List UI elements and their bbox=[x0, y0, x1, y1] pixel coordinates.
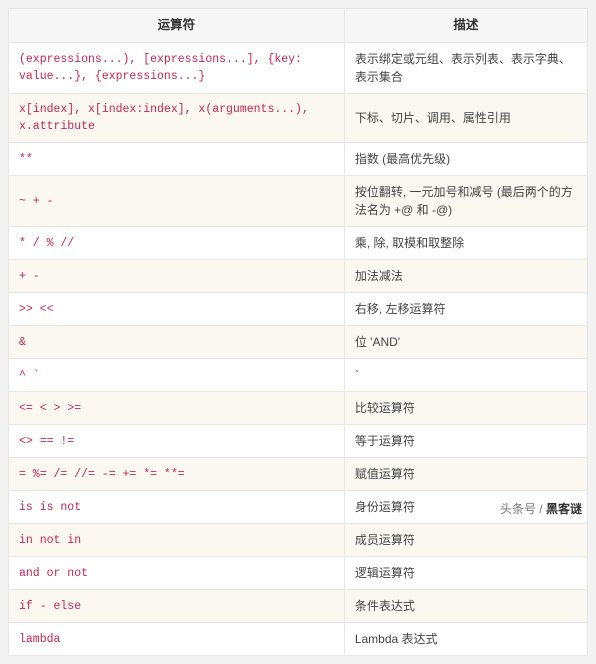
description-cell: 比较运算符 bbox=[344, 392, 587, 425]
table-row: ~ + -按位翻转, 一元加号和减号 (最后两个的方法名为 +@ 和 -@) bbox=[9, 176, 588, 227]
description-cell: 下标、切片、调用、属性引用 bbox=[344, 93, 587, 143]
description-cell: 表示绑定或元组、表示列表、表示字典、表示集合 bbox=[344, 42, 587, 93]
description-cell: 位 'AND' bbox=[344, 326, 587, 359]
table-row: + -加法减法 bbox=[9, 260, 588, 293]
table-row: <> == !=等于运算符 bbox=[9, 425, 588, 458]
table-row: lambdaLambda 表达式 bbox=[9, 623, 588, 656]
operator-cell: and or not bbox=[9, 557, 345, 590]
description-cell: Lambda 表达式 bbox=[344, 623, 587, 656]
table-row: x[index], x[index:index], x(arguments...… bbox=[9, 93, 588, 143]
description-cell: 等于运算符 bbox=[344, 425, 587, 458]
description-cell: 条件表达式 bbox=[344, 590, 587, 623]
operator-cell: <> == != bbox=[9, 425, 345, 458]
operator-cell: + - bbox=[9, 260, 345, 293]
table-container: 运算符 描述 (expressions...), [expressions...… bbox=[0, 0, 596, 664]
table-body: (expressions...), [expressions...], {key… bbox=[9, 42, 588, 656]
header-operator: 运算符 bbox=[9, 9, 345, 43]
operator-table: 运算符 描述 (expressions...), [expressions...… bbox=[8, 8, 588, 656]
operator-cell: * / % // bbox=[9, 227, 345, 260]
operator-cell: lambda bbox=[9, 623, 345, 656]
description-cell: 赋值运算符 bbox=[344, 458, 587, 491]
table-row: * / % //乘, 除, 取模和取整除 bbox=[9, 227, 588, 260]
operator-cell: ~ + - bbox=[9, 176, 345, 227]
table-row: >> <<右移, 左移运算符 bbox=[9, 293, 588, 326]
description-cell: 指数 (最高优先级) bbox=[344, 143, 587, 176]
operator-cell: >> << bbox=[9, 293, 345, 326]
table-row: ^ `` bbox=[9, 359, 588, 392]
operator-cell: is is not bbox=[9, 491, 345, 524]
table-row: (expressions...), [expressions...], {key… bbox=[9, 42, 588, 93]
table-row: &位 'AND' bbox=[9, 326, 588, 359]
table-row: **指数 (最高优先级) bbox=[9, 143, 588, 176]
description-cell: 加法减法 bbox=[344, 260, 587, 293]
header-description: 描述 bbox=[344, 9, 587, 43]
description-cell: 右移, 左移运算符 bbox=[344, 293, 587, 326]
operator-cell: if - else bbox=[9, 590, 345, 623]
watermark-author: 黑客谜 bbox=[546, 502, 582, 516]
table-row: = %= /= //= -= += *= **=赋值运算符 bbox=[9, 458, 588, 491]
table-row: and or not逻辑运算符 bbox=[9, 557, 588, 590]
description-cell: 按位翻转, 一元加号和减号 (最后两个的方法名为 +@ 和 -@) bbox=[344, 176, 587, 227]
table-row: if - else条件表达式 bbox=[9, 590, 588, 623]
operator-cell: & bbox=[9, 326, 345, 359]
description-cell: ` bbox=[344, 359, 587, 392]
description-cell: 逻辑运算符 bbox=[344, 557, 587, 590]
operator-cell: <= < > >= bbox=[9, 392, 345, 425]
table-row: <= < > >=比较运算符 bbox=[9, 392, 588, 425]
operator-cell: in not in bbox=[9, 524, 345, 557]
description-cell: 成员运算符 bbox=[344, 524, 587, 557]
description-cell: 乘, 除, 取模和取整除 bbox=[344, 227, 587, 260]
table-header-row: 运算符 描述 bbox=[9, 9, 588, 43]
operator-cell: = %= /= //= -= += *= **= bbox=[9, 458, 345, 491]
watermark: 头条号 / 黑客谜 bbox=[500, 500, 582, 517]
operator-cell: ^ ` bbox=[9, 359, 345, 392]
table-row: in not in成员运算符 bbox=[9, 524, 588, 557]
operator-cell: (expressions...), [expressions...], {key… bbox=[9, 42, 345, 93]
operator-cell: x[index], x[index:index], x(arguments...… bbox=[9, 93, 345, 143]
operator-cell: ** bbox=[9, 143, 345, 176]
watermark-source: 头条号 / bbox=[500, 502, 546, 516]
